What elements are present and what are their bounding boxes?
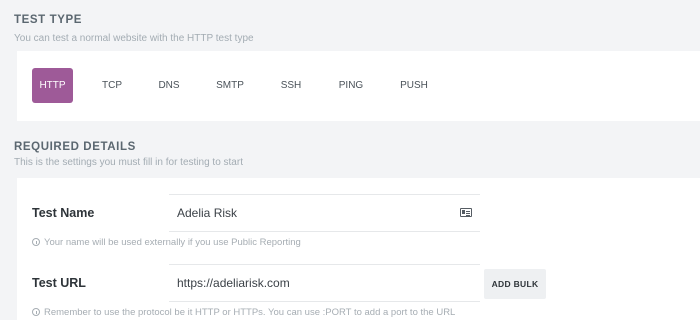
tab-http[interactable]: HTTP xyxy=(32,68,73,103)
test-url-input[interactable]: https://adeliarisk.com xyxy=(169,264,480,302)
test-type-subtitle: You can test a normal website with the H… xyxy=(14,33,254,44)
test-name-input[interactable]: Adelia Risk xyxy=(169,194,480,232)
info-icon xyxy=(32,308,40,316)
required-details-subtitle: This is the settings you must fill in fo… xyxy=(14,157,243,168)
tab-push[interactable]: PUSH xyxy=(397,68,431,103)
test-url-value: https://adeliarisk.com xyxy=(177,276,290,290)
test-url-hint-text: Remember to use the protocol be it HTTP … xyxy=(44,307,456,318)
tab-ping[interactable]: PING xyxy=(335,68,367,103)
test-name-label: Test Name xyxy=(32,206,95,220)
tab-dns[interactable]: DNS xyxy=(154,68,184,103)
test-type-card: HTTP TCP DNS SMTP SSH PING PUSH xyxy=(17,51,700,121)
info-icon xyxy=(32,238,40,246)
required-details-card: Test Name Adelia Risk Your name will be … xyxy=(17,178,700,320)
tab-smtp[interactable]: SMTP xyxy=(213,68,247,103)
tab-tcp[interactable]: TCP xyxy=(97,68,127,103)
contact-card-icon[interactable] xyxy=(460,208,472,217)
test-url-hint: Remember to use the protocol be it HTTP … xyxy=(32,307,455,318)
required-details-heading: REQUIRED DETAILS xyxy=(14,141,136,153)
test-name-hint: Your name will be used externally if you… xyxy=(32,237,301,248)
test-url-label: Test URL xyxy=(32,276,86,290)
tab-ssh[interactable]: SSH xyxy=(276,68,306,103)
add-bulk-button[interactable]: ADD BULK xyxy=(484,269,546,299)
test-name-hint-text: Your name will be used externally if you… xyxy=(44,237,301,248)
test-name-value: Adelia Risk xyxy=(177,206,238,220)
test-type-heading: TEST TYPE xyxy=(14,14,83,26)
